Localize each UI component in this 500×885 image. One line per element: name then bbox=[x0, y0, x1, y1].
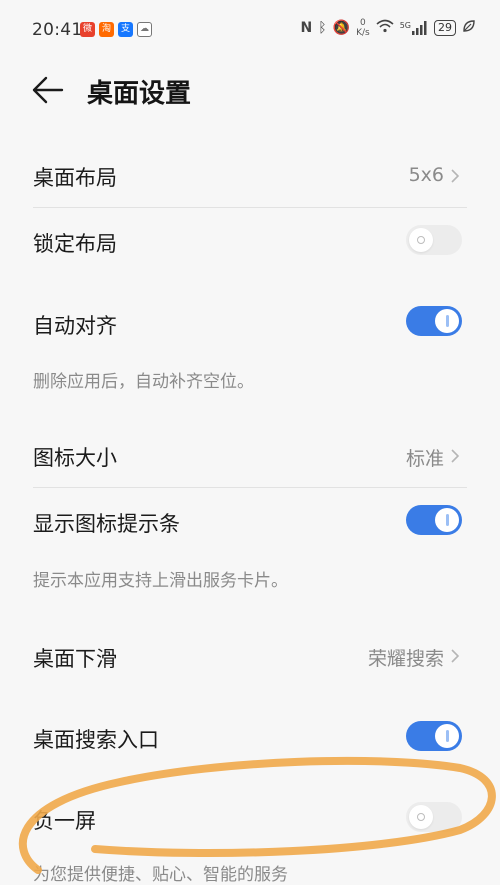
notification-icons: 微 淘 支 ☁ bbox=[80, 22, 152, 37]
back-arrow-icon bbox=[32, 76, 64, 104]
setting-row-icon-hint-bar: 显示图标提示条 提示本应用支持上滑出服务卡片。 bbox=[0, 488, 500, 598]
desktop-search-entry-toggle[interactable] bbox=[406, 721, 462, 751]
lock-layout-toggle[interactable] bbox=[406, 225, 462, 255]
setting-label: 负一屏 bbox=[33, 809, 96, 833]
cloud-app-icon: ☁ bbox=[137, 22, 152, 37]
setting-value: 荣耀搜索 bbox=[367, 648, 444, 670]
setting-label: 桌面下滑 bbox=[33, 647, 117, 671]
setting-row-desktop-layout[interactable]: 桌面布局 5x6 bbox=[0, 148, 500, 206]
setting-description: 提示本应用支持上滑出服务卡片。 bbox=[33, 571, 288, 591]
status-bar: 20:41 微 淘 支 ☁ N ᛒ 🔕 0 K/s 5G 29 bbox=[0, 0, 500, 60]
minus-one-screen-toggle[interactable] bbox=[406, 802, 462, 832]
setting-label: 锁定布局 bbox=[33, 232, 117, 256]
setting-row-lock-layout: 锁定布局 bbox=[0, 208, 500, 272]
setting-row-icon-size[interactable]: 图标大小 标准 bbox=[0, 428, 500, 486]
weibo-icon: 微 bbox=[80, 22, 95, 37]
status-time: 20:41 bbox=[32, 20, 83, 40]
wifi-icon bbox=[376, 19, 394, 37]
setting-row-minus-one-screen: 负一屏 为您提供便捷、贴心、智能的服务 bbox=[0, 786, 500, 885]
setting-row-desktop-swipe-down[interactable]: 桌面下滑 荣耀搜索 bbox=[0, 627, 500, 685]
mute-icon: 🔕 bbox=[332, 20, 351, 36]
toggle-knob bbox=[435, 508, 459, 532]
toggle-knob bbox=[435, 724, 459, 748]
setting-description: 删除应用后，自动补齐空位。 bbox=[33, 372, 254, 392]
setting-value: 标准 bbox=[405, 448, 444, 470]
chevron-right-icon bbox=[451, 649, 460, 663]
toggle-knob bbox=[435, 309, 459, 333]
setting-value: 5x6 bbox=[408, 164, 444, 186]
setting-label: 图标大小 bbox=[33, 446, 117, 470]
leaf-icon bbox=[462, 19, 476, 37]
toggle-knob bbox=[409, 228, 433, 252]
taobao-icon: 淘 bbox=[99, 22, 114, 37]
signal-icon: 5G bbox=[400, 21, 428, 35]
setting-description: 为您提供便捷、贴心、智能的服务 bbox=[33, 865, 288, 885]
auto-align-toggle[interactable] bbox=[406, 306, 462, 336]
nfc-icon: N bbox=[300, 20, 313, 36]
system-icons: N ᛒ 🔕 0 K/s 5G 29 bbox=[301, 18, 476, 38]
setting-label: 桌面布局 bbox=[33, 166, 117, 190]
chevron-right-icon bbox=[451, 169, 460, 183]
page-title: 桌面设置 bbox=[87, 79, 192, 109]
battery-icon: 29 bbox=[434, 20, 456, 36]
network-speed: 0 K/s bbox=[356, 18, 370, 38]
chevron-right-icon bbox=[451, 449, 460, 463]
toggle-knob bbox=[409, 805, 433, 829]
setting-label: 桌面搜索入口 bbox=[33, 728, 159, 752]
setting-label: 自动对齐 bbox=[33, 314, 117, 338]
page-header: 桌面设置 bbox=[0, 60, 500, 120]
icon-hint-bar-toggle[interactable] bbox=[406, 505, 462, 535]
bluetooth-icon: ᛒ bbox=[318, 20, 327, 36]
setting-row-auto-align: 自动对齐 删除应用后，自动补齐空位。 bbox=[0, 290, 500, 400]
alipay-icon: 支 bbox=[118, 22, 133, 37]
setting-label: 显示图标提示条 bbox=[33, 512, 180, 536]
back-button[interactable] bbox=[30, 74, 66, 106]
setting-row-desktop-search-entry: 桌面搜索入口 bbox=[0, 705, 500, 769]
